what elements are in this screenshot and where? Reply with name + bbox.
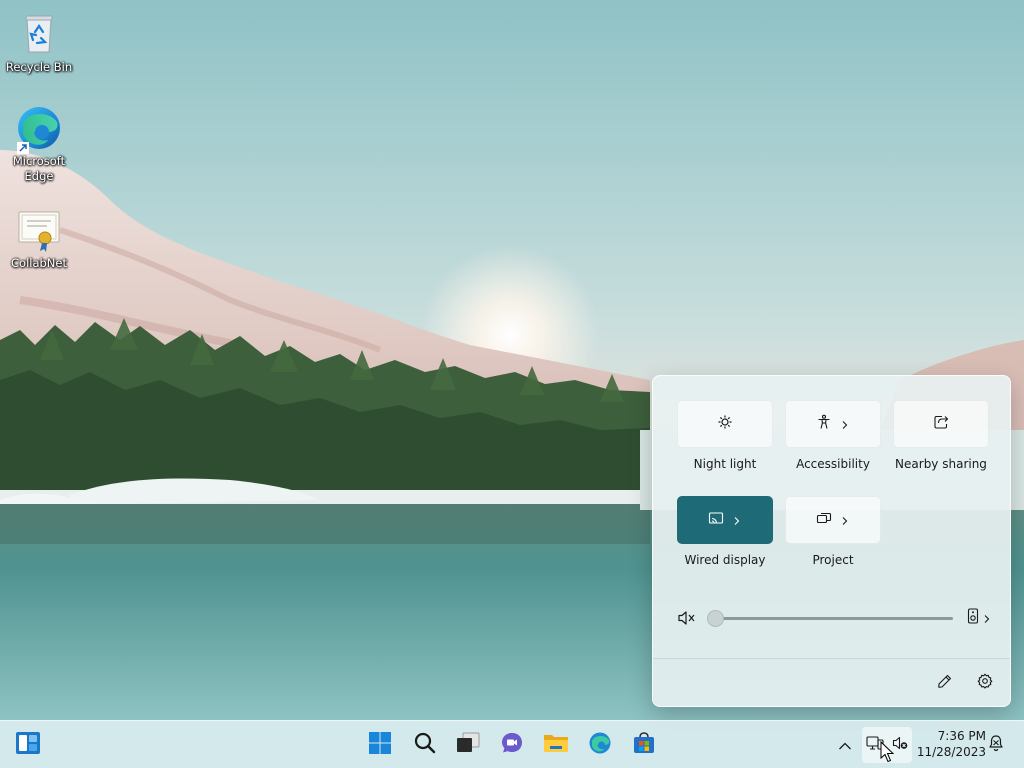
desktop-icon-label: Recycle Bin <box>5 60 73 74</box>
project-icon <box>816 510 832 530</box>
speaker-icon <box>967 608 979 628</box>
volume-slider-track <box>715 617 953 620</box>
desktop-icon-collabnet[interactable]: CollabNet <box>1 206 77 271</box>
tile-label: Accessibility <box>796 457 870 471</box>
notification-bell-icon <box>987 734 1005 756</box>
clock-date: 11/28/2023 <box>916 745 986 759</box>
chevron-right-icon <box>982 609 992 628</box>
widgets-button[interactable] <box>12 729 44 761</box>
volume-slider[interactable] <box>707 610 953 627</box>
file-explorer-button[interactable] <box>540 729 572 761</box>
edit-quick-settings-button[interactable] <box>933 671 957 695</box>
desktop-icon-label: Microsoft Edge <box>12 154 66 183</box>
quick-settings-panel: Night light Accessibility Nearby sharing <box>652 375 1011 707</box>
taskbar-clock[interactable]: 7:36 PM 11/28/2023 <box>916 728 986 760</box>
recycle-bin-icon <box>15 10 63 58</box>
chat-icon <box>500 731 524 759</box>
chevron-right-icon <box>840 415 850 434</box>
tile-wired-display: Wired display <box>677 496 773 568</box>
widgets-icon <box>15 731 41 759</box>
edge-icon <box>15 104 63 154</box>
edge-taskbar-button[interactable] <box>584 729 616 761</box>
chevron-right-icon <box>732 511 742 530</box>
chat-button[interactable] <box>496 729 528 761</box>
volume-muted-icon[interactable] <box>677 609 697 627</box>
search-icon <box>414 732 436 758</box>
volume-muted-icon <box>892 735 908 755</box>
gear-icon <box>977 673 993 693</box>
notification-center-button[interactable] <box>982 729 1010 761</box>
microsoft-store-icon <box>632 731 656 759</box>
quick-settings-footer <box>653 658 1010 706</box>
tile-label: Nearby sharing <box>895 457 987 471</box>
tile-accessibility: Accessibility <box>785 400 881 472</box>
volume-output-button[interactable] <box>967 608 997 628</box>
chevron-up-icon <box>838 736 852 755</box>
tile-label: Wired display <box>684 553 766 567</box>
brightness-icon <box>717 414 733 434</box>
accessibility-icon <box>816 414 832 434</box>
task-view-icon <box>456 732 480 758</box>
nearby-sharing-button[interactable] <box>893 400 989 448</box>
volume-row <box>677 608 992 628</box>
certificate-icon <box>15 206 63 254</box>
tile-label: Project <box>812 553 854 567</box>
show-hidden-icons-button[interactable] <box>830 729 860 761</box>
night-light-button[interactable] <box>677 400 773 448</box>
volume-slider-thumb[interactable] <box>707 610 724 627</box>
tile-nearby-sharing: Nearby sharing <box>893 400 989 472</box>
wired-display-button[interactable] <box>677 496 773 544</box>
file-explorer-icon <box>543 732 569 758</box>
microsoft-store-button[interactable] <box>628 729 660 761</box>
chevron-right-icon <box>840 511 850 530</box>
task-view-button[interactable] <box>452 729 484 761</box>
tile-night-light: Night light <box>677 400 773 472</box>
start-button[interactable] <box>364 729 396 761</box>
desktop-icon-label: CollabNet <box>11 256 67 270</box>
project-button[interactable] <box>785 496 881 544</box>
network-icon <box>866 735 884 755</box>
tile-project: Project <box>785 496 881 568</box>
windows-start-icon <box>368 731 392 759</box>
edge-icon <box>588 731 612 759</box>
pencil-icon <box>937 673 953 693</box>
taskbar: 7:36 PM 11/28/2023 <box>0 720 1024 768</box>
quick-settings-tray-button[interactable] <box>862 727 912 763</box>
search-button[interactable] <box>409 729 441 761</box>
all-settings-button[interactable] <box>973 671 997 695</box>
clock-time: 7:36 PM <box>937 729 986 743</box>
desktop-icon-microsoft-edge[interactable]: Microsoft Edge <box>1 104 77 184</box>
accessibility-button[interactable] <box>785 400 881 448</box>
desktop-icon-recycle-bin[interactable]: Recycle Bin <box>1 10 77 75</box>
tile-label: Night light <box>693 457 757 471</box>
cast-icon <box>708 510 724 530</box>
share-icon <box>933 414 949 434</box>
